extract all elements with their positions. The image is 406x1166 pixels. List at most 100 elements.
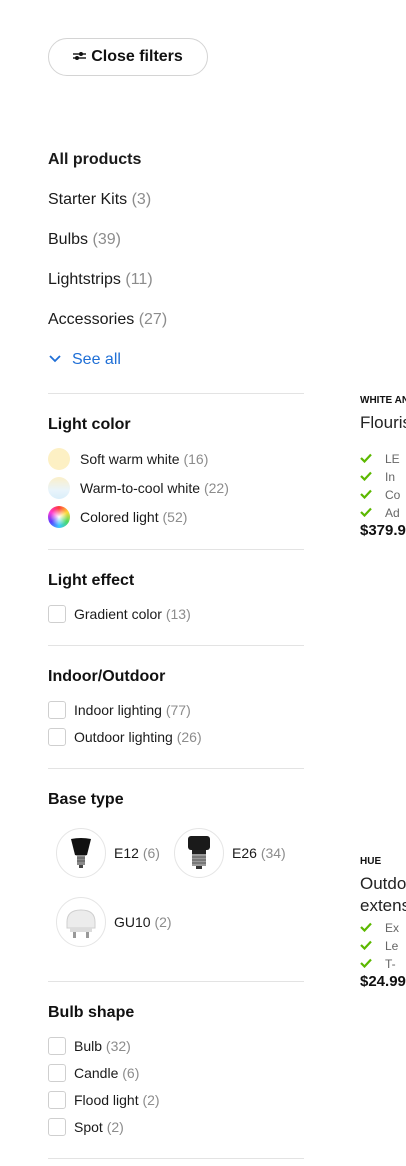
chevron-down-icon: [48, 351, 62, 369]
product-card[interactable]: HUE Outdo extens Ex Le T- $24.99: [360, 856, 406, 990]
check-icon: [360, 921, 385, 935]
checkbox[interactable]: [48, 728, 66, 746]
product-name[interactable]: Flouris: [360, 412, 406, 434]
category-label: Starter Kits: [48, 191, 128, 208]
option-label: Indoor lighting: [74, 702, 162, 718]
feature-item: LE: [360, 450, 406, 468]
see-all-link[interactable]: See all: [48, 350, 304, 370]
check-icon: [360, 488, 385, 502]
close-filters-button[interactable]: Close filters: [48, 38, 208, 76]
checkbox[interactable]: [48, 1037, 66, 1055]
feature-item: Le: [360, 937, 406, 955]
light-color-option[interactable]: Soft warm white (16): [48, 447, 208, 471]
category-label: Lightstrips: [48, 271, 121, 288]
category-list: All products Starter Kits (3) Bulbs (39)…: [48, 150, 304, 370]
category-item[interactable]: Starter Kits (3): [48, 170, 304, 210]
option-label: Bulb: [74, 1038, 103, 1054]
option-count: (2): [106, 1119, 124, 1135]
divider: [48, 981, 304, 982]
light-color-title: Light color: [48, 416, 131, 433]
e12-bulb-icon: [56, 828, 106, 878]
option-label: Spot: [74, 1119, 103, 1135]
product-card[interactable]: WHITE AN Flouris LE In Co Ad $379.9: [360, 395, 406, 539]
option-count: (52): [162, 509, 188, 525]
check-icon: [360, 506, 385, 520]
indoor-outdoor-title: Indoor/Outdoor: [48, 668, 166, 685]
light-color-option[interactable]: Warm-to-cool white (22): [48, 476, 229, 500]
option-label: E26: [232, 845, 257, 861]
divider: [48, 549, 304, 550]
feature-text: Co: [385, 488, 401, 502]
option-label: Candle: [74, 1065, 119, 1081]
base-type-option[interactable]: GU10 (2): [56, 897, 172, 947]
checkbox[interactable]: [48, 1064, 66, 1082]
option-count: (6): [122, 1065, 140, 1081]
light-color-option[interactable]: Colored light (52): [48, 505, 187, 529]
bulb-shape-option[interactable]: Spot (2): [48, 1117, 124, 1137]
feature-item: In: [360, 468, 406, 486]
option-count: (32): [105, 1038, 131, 1054]
checkbox[interactable]: [48, 1091, 66, 1109]
option-count: (34): [260, 845, 286, 861]
product-name[interactable]: Outdo: [360, 873, 406, 895]
base-type-option[interactable]: E26 (34): [174, 828, 286, 878]
category-count: (3): [131, 191, 152, 208]
sliders-icon: [73, 48, 87, 66]
check-icon: [360, 470, 385, 484]
divider: [48, 768, 304, 769]
divider: [48, 393, 304, 394]
close-filters-label: Close filters: [91, 48, 183, 65]
checkbox[interactable]: [48, 1118, 66, 1136]
checkbox[interactable]: [48, 605, 66, 623]
option-label: Colored light: [80, 509, 159, 525]
feature-list: Ex Le T-: [360, 919, 406, 973]
soft-warm-white-swatch: [48, 448, 70, 470]
divider: [48, 645, 304, 646]
light-effect-option[interactable]: Gradient color (13): [48, 604, 191, 624]
product-name[interactable]: extens: [360, 895, 406, 917]
feature-list: LE In Co Ad: [360, 450, 406, 522]
option-count: (6): [142, 845, 160, 861]
feature-text: LE: [385, 452, 400, 466]
feature-text: In: [385, 470, 396, 484]
product-eyebrow: HUE: [360, 856, 382, 867]
bulb-shape-option[interactable]: Bulb (32): [48, 1036, 131, 1056]
checkbox[interactable]: [48, 701, 66, 719]
base-type-option[interactable]: E12 (6): [56, 828, 160, 878]
category-label: Bulbs: [48, 231, 89, 248]
option-label: Soft warm white: [80, 451, 180, 467]
indoor-outdoor-option[interactable]: Outdoor lighting (26): [48, 727, 202, 747]
feature-text: T-: [385, 957, 396, 971]
category-count: (27): [138, 311, 168, 328]
option-count: (2): [154, 914, 172, 930]
category-item[interactable]: Bulbs (39): [48, 210, 304, 250]
feature-text: Ad: [385, 506, 400, 520]
feature-item: Ex: [360, 919, 406, 937]
category-title[interactable]: All products: [48, 150, 304, 170]
category-count: (39): [92, 231, 121, 248]
feature-text: Le: [385, 939, 399, 953]
option-label: Gradient color: [74, 606, 162, 622]
category-item[interactable]: Accessories (27): [48, 290, 304, 330]
check-icon: [360, 452, 385, 466]
base-type-title: Base type: [48, 791, 124, 808]
category-item[interactable]: Lightstrips (11): [48, 250, 304, 290]
option-count: (22): [203, 480, 229, 496]
check-icon: [360, 939, 385, 953]
product-eyebrow: WHITE AN: [360, 395, 406, 406]
category-label: Accessories: [48, 311, 135, 328]
option-count: (16): [183, 451, 209, 467]
category-count: (11): [125, 271, 153, 288]
option-count: (2): [142, 1092, 160, 1108]
bulb-shape-option[interactable]: Flood light (2): [48, 1090, 160, 1110]
indoor-outdoor-option[interactable]: Indoor lighting (77): [48, 700, 191, 720]
option-label: GU10: [114, 914, 151, 930]
option-count: (77): [165, 702, 191, 718]
check-icon: [360, 957, 385, 971]
feature-text: Ex: [385, 921, 400, 935]
bulb-shape-option[interactable]: Candle (6): [48, 1063, 139, 1083]
feature-item: T-: [360, 955, 406, 973]
gu10-bulb-icon: [56, 897, 106, 947]
feature-item: Ad: [360, 504, 406, 522]
colored-light-swatch: [48, 506, 70, 528]
